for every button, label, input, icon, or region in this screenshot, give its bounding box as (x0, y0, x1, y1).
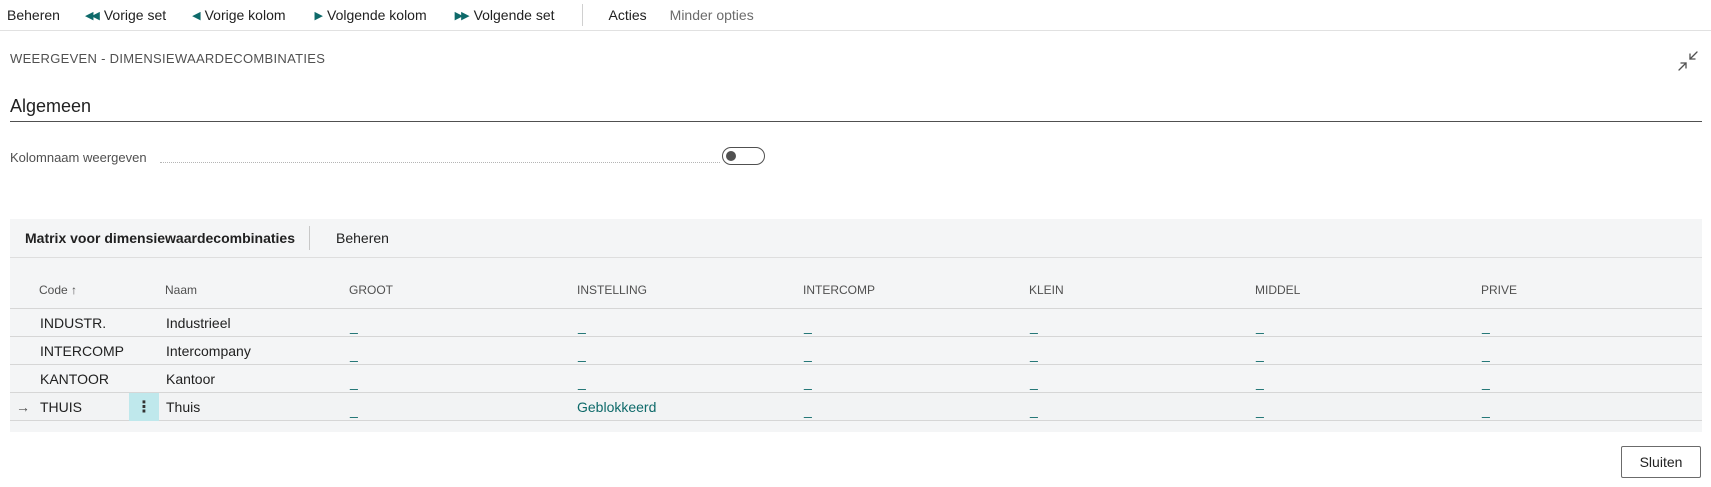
row-name: Thuis (166, 399, 201, 415)
column-header-intercomp[interactable]: INTERCOMP (803, 283, 875, 297)
matrix-cell[interactable]: _ (804, 374, 812, 390)
matrix-cell[interactable]: _ (1030, 346, 1038, 362)
matrix-cell[interactable]: _ (578, 318, 586, 334)
next-column-button[interactable]: ▶ Volgende kolom (315, 0, 427, 30)
current-row-arrow-icon: → (16, 399, 30, 415)
matrix-cell[interactable]: _ (1256, 318, 1264, 334)
next-column-label: Volgende kolom (327, 7, 427, 23)
fewer-options-button[interactable]: Minder opties (670, 0, 754, 30)
matrix-cell[interactable]: _ (1030, 318, 1038, 334)
matrix-cell-blocked[interactable]: Geblokkeerd (577, 399, 656, 415)
matrix-part-header: Matrix voor dimensiewaardecombinaties Be… (10, 219, 1702, 258)
collapse-arrows-icon[interactable] (1676, 49, 1700, 73)
next-set-label: Volgende set (473, 7, 555, 23)
matrix-tab[interactable]: Matrix voor dimensiewaardecombinaties (10, 230, 309, 246)
column-header-groot[interactable]: GROOT (349, 283, 393, 297)
column-header-instelling[interactable]: INSTELLING (577, 283, 647, 297)
right-triangle-icon: ▶ (314, 9, 324, 22)
toolbar-divider (581, 4, 583, 26)
row-code[interactable]: KANTOOR (40, 371, 109, 387)
field-leader-dots (160, 162, 720, 163)
show-column-name-label: Kolomnaam weergeven (10, 150, 147, 165)
matrix-cell[interactable]: _ (578, 346, 586, 362)
matrix-grid: Code ↑ Naam GROOT INSTELLING INTERCOMP K… (10, 258, 1702, 421)
fewer-options-label: Minder opties (669, 7, 754, 23)
show-column-name-toggle[interactable] (722, 147, 765, 165)
page-title: WEERGEVEN - DIMENSIEWAARDECOMBINATIES (10, 51, 326, 66)
matrix-part: Matrix voor dimensiewaardecombinaties Be… (10, 219, 1702, 432)
manage-menu-label: Beheren (7, 7, 60, 23)
left-triangle-icon: ◀ (192, 9, 201, 22)
matrix-cell[interactable]: _ (350, 346, 358, 362)
matrix-cell[interactable]: _ (1482, 374, 1490, 390)
column-header-prive[interactable]: PRIVE (1481, 283, 1517, 297)
row-menu-icon[interactable]: ⋮ (129, 393, 159, 421)
matrix-cell[interactable]: _ (1030, 402, 1038, 418)
actions-menu[interactable]: Acties (609, 0, 647, 30)
matrix-cell[interactable]: _ (1256, 346, 1264, 362)
previous-set-label: Vorige set (103, 7, 167, 23)
column-header-middel[interactable]: MIDDEL (1255, 283, 1300, 297)
matrix-cell[interactable]: _ (804, 318, 812, 334)
toggle-knob (726, 150, 736, 161)
next-set-button[interactable]: ▶▶ Volgende set (455, 0, 555, 30)
matrix-cell[interactable]: _ (578, 374, 586, 390)
column-header-name[interactable]: Naam (165, 283, 197, 297)
table-row[interactable]: INDUSTR. Industrieel _ _ _ _ _ _ (10, 309, 1702, 337)
previous-column-button[interactable]: ◀ Vorige kolom (192, 0, 285, 30)
matrix-cell[interactable]: _ (350, 374, 358, 390)
previous-column-label: Vorige kolom (204, 7, 286, 23)
table-row[interactable]: KANTOOR Kantoor _ _ _ _ _ _ (10, 365, 1702, 393)
matrix-cell[interactable]: _ (350, 402, 358, 418)
table-row[interactable]: INTERCOMP Intercompany _ _ _ _ _ _ (10, 337, 1702, 365)
previous-set-button[interactable]: ◀◀ Vorige set (85, 0, 166, 30)
row-code[interactable]: INTERCOMP (40, 343, 124, 359)
row-name: Industrieel (166, 315, 231, 331)
matrix-cell[interactable]: _ (804, 402, 812, 418)
matrix-manage-menu[interactable]: Beheren (310, 230, 389, 246)
column-header-klein[interactable]: KLEIN (1029, 283, 1064, 297)
matrix-cell[interactable]: _ (1482, 402, 1490, 418)
matrix-cell[interactable]: _ (1256, 402, 1264, 418)
actions-menu-label: Acties (608, 7, 647, 23)
table-row-current[interactable]: → THUIS ⋮ Thuis _ Geblokkeerd _ _ _ _ (10, 393, 1702, 421)
matrix-cell[interactable]: _ (1256, 374, 1264, 390)
action-bar: Beheren ◀◀ Vorige set ◀ Vorige kolom ▶ V… (0, 0, 1711, 31)
matrix-cell[interactable]: _ (1030, 374, 1038, 390)
double-right-triangle-icon: ▶▶ (454, 9, 470, 22)
grid-header-row: Code ↑ Naam GROOT INSTELLING INTERCOMP K… (10, 258, 1702, 309)
section-title-general[interactable]: Algemeen (10, 96, 91, 117)
section-divider (10, 121, 1702, 122)
row-name: Intercompany (166, 343, 251, 359)
matrix-cell[interactable]: _ (1482, 318, 1490, 334)
matrix-cell[interactable]: _ (1482, 346, 1490, 362)
column-header-code[interactable]: Code ↑ (39, 283, 77, 297)
row-name: Kantoor (166, 371, 216, 387)
close-button[interactable]: Sluiten (1621, 446, 1701, 478)
row-code[interactable]: INDUSTR. (40, 315, 106, 331)
matrix-cell[interactable]: _ (350, 318, 358, 334)
double-left-triangle-icon: ◀◀ (84, 9, 100, 22)
row-code[interactable]: THUIS (40, 399, 82, 415)
matrix-cell[interactable]: _ (804, 346, 812, 362)
manage-menu[interactable]: Beheren (7, 0, 60, 30)
